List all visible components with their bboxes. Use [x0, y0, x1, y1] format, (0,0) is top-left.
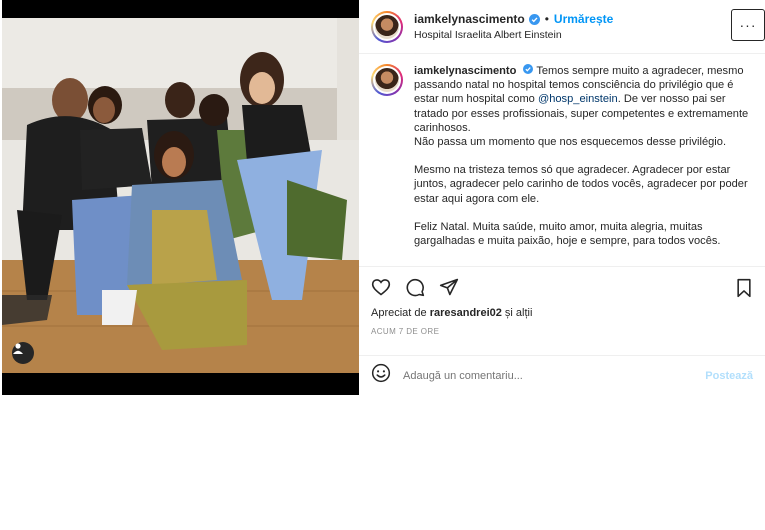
- heart-icon[interactable]: [371, 277, 391, 297]
- post-timestamp[interactable]: ACUM 7 DE ORE: [359, 321, 765, 336]
- avatar[interactable]: [371, 10, 403, 43]
- caption-text-2: Não passa um momento que nos esquecemos …: [414, 136, 727, 149]
- post-caption: iamkelynascimento Temos sempre muito a a…: [414, 64, 753, 266]
- comment-box: Postează: [359, 355, 765, 395]
- caption-avatar[interactable]: [371, 64, 403, 96]
- caption-area: iamkelynascimento Temos sempre muito a a…: [359, 54, 765, 267]
- caption-text-3: Mesmo na tristeza temos só que agradecer…: [414, 164, 748, 205]
- likes-prefix: Apreciat de: [371, 307, 430, 319]
- family-photo-image: [2, 0, 359, 395]
- caption-text-4: Feliz Natal. Muita saúde, muito amor, mu…: [414, 220, 721, 248]
- follow-button[interactable]: Urmărește: [554, 12, 613, 26]
- action-bar: [359, 267, 765, 307]
- likes-summary: Apreciat de raresandrei02 și alții: [359, 307, 765, 321]
- bookmark-icon[interactable]: [735, 278, 753, 303]
- paper-plane-icon[interactable]: [439, 277, 459, 297]
- instagram-post: iamkelynascimento • Urmărește Hospital I…: [2, 0, 765, 395]
- separator-dot: •: [544, 12, 549, 26]
- comment-input[interactable]: [403, 369, 706, 382]
- post-side-panel: iamkelynascimento • Urmărește Hospital I…: [359, 0, 765, 395]
- comment-icon[interactable]: [405, 277, 425, 297]
- mention-link[interactable]: @hosp_einstein: [538, 93, 618, 105]
- location-link[interactable]: Hospital Israelita Albert Einstein: [414, 29, 613, 41]
- caption-username[interactable]: iamkelynascimento: [414, 65, 516, 77]
- smiley-icon[interactable]: [371, 363, 391, 388]
- post-header: iamkelynascimento • Urmărește Hospital I…: [359, 0, 765, 54]
- likes-others[interactable]: și alții: [502, 307, 533, 319]
- post-photo[interactable]: [2, 0, 359, 395]
- liker-username[interactable]: raresandrei02: [430, 307, 502, 319]
- post-comment-button[interactable]: Postează: [705, 370, 753, 382]
- verified-badge-icon: [528, 13, 540, 25]
- more-options-button[interactable]: ···: [731, 9, 765, 41]
- user-tag-icon[interactable]: [12, 342, 34, 364]
- header-username[interactable]: iamkelynascimento: [414, 12, 525, 26]
- verified-badge-icon: [523, 64, 534, 74]
